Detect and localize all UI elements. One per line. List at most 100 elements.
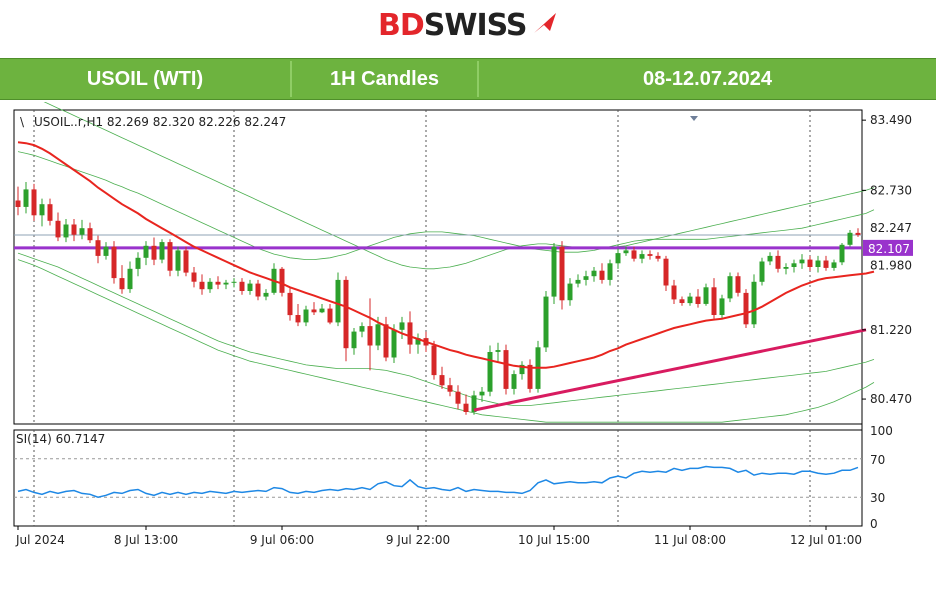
candle xyxy=(199,274,205,295)
brand-arrow-icon xyxy=(533,13,556,33)
candle-body xyxy=(15,200,21,207)
candle-body xyxy=(135,257,141,269)
candle xyxy=(399,316,405,340)
candle-body xyxy=(455,391,461,404)
candle-body xyxy=(599,270,605,280)
candle xyxy=(87,222,93,243)
candle-body xyxy=(607,263,613,280)
candle xyxy=(207,278,213,293)
candle xyxy=(135,252,141,277)
candle xyxy=(455,385,461,410)
candle xyxy=(463,394,469,415)
rsi-line xyxy=(17,465,859,498)
candle xyxy=(487,345,493,397)
lower-band-line xyxy=(17,252,875,406)
candle-body xyxy=(255,283,261,297)
candle-body xyxy=(263,292,269,297)
candle-body xyxy=(199,281,205,290)
candle xyxy=(791,259,797,273)
candle xyxy=(543,291,549,352)
candle xyxy=(271,263,277,295)
candle xyxy=(823,255,829,271)
candle xyxy=(775,250,781,273)
candle xyxy=(223,279,229,290)
candle-body xyxy=(127,268,133,290)
candle xyxy=(111,241,117,284)
price-tick-label: 81.220 xyxy=(870,323,912,337)
candle xyxy=(671,279,677,304)
candle-body xyxy=(191,272,197,282)
candle-body xyxy=(735,276,741,293)
candle xyxy=(687,292,693,306)
candle xyxy=(615,248,621,269)
candle-body xyxy=(791,263,797,267)
candle xyxy=(591,267,597,282)
candle-body xyxy=(375,324,381,346)
candle xyxy=(247,279,253,295)
candle-body xyxy=(767,255,773,262)
candle xyxy=(639,250,645,264)
chart-canvas: \ USOIL..r,H1 82.269 82.320 82.226 82.247… xyxy=(13,89,913,547)
candle-body xyxy=(79,228,85,235)
candle xyxy=(855,228,861,237)
candle xyxy=(807,255,813,271)
candle xyxy=(287,287,293,321)
candle xyxy=(783,263,789,275)
candle xyxy=(575,274,581,288)
candle xyxy=(599,263,605,284)
candle-body xyxy=(247,283,253,291)
candle-body xyxy=(119,278,125,290)
candle xyxy=(727,272,733,303)
candle-body xyxy=(559,246,565,301)
candle xyxy=(439,366,445,389)
rsi-axis-label: 70 xyxy=(870,453,885,467)
candle-body xyxy=(335,279,341,323)
candle xyxy=(607,259,613,286)
candle-body xyxy=(695,296,701,304)
candle-body xyxy=(111,246,117,279)
candle xyxy=(263,289,269,301)
time-axis-label: 11 Jul 08:00 xyxy=(654,533,726,547)
candle-body xyxy=(639,254,645,259)
candle xyxy=(759,257,765,286)
candle-body xyxy=(23,189,29,207)
time-axis-label: 10 Jul 15:00 xyxy=(518,533,590,547)
candle-body xyxy=(215,281,221,285)
candle-body xyxy=(567,283,573,301)
candle xyxy=(95,235,101,264)
candle-body xyxy=(151,245,157,260)
candle-body xyxy=(383,324,389,358)
time-axis-label: 12 Jul 01:00 xyxy=(790,533,862,547)
candle-body xyxy=(167,242,173,271)
brand-name-left: BD xyxy=(378,8,425,43)
candle-body xyxy=(431,345,437,376)
candle-body xyxy=(223,282,229,285)
candle-body xyxy=(159,242,165,260)
rsi-label: SI(14) 60.7147 xyxy=(16,432,105,446)
candle xyxy=(327,303,333,325)
candle-body xyxy=(631,250,637,259)
candle-body xyxy=(783,267,789,269)
candle-body xyxy=(279,268,285,293)
brand-name-right: SWISS xyxy=(423,8,528,43)
candle-body xyxy=(663,258,669,286)
candle-body xyxy=(575,279,581,284)
candle xyxy=(127,261,133,293)
candle-body xyxy=(391,329,397,358)
level-price-tag-text: 82.107 xyxy=(868,242,910,256)
candle-body xyxy=(63,224,69,238)
header-period: 08-12.07.2024 xyxy=(642,68,772,90)
candle xyxy=(119,265,125,294)
candle-body xyxy=(727,276,733,299)
candle xyxy=(351,327,357,355)
candle xyxy=(751,274,757,328)
candle-body xyxy=(87,228,93,241)
candle-body xyxy=(847,232,853,245)
candle-body xyxy=(367,326,373,346)
candle xyxy=(695,289,701,308)
outer-lower-band-line xyxy=(17,259,875,423)
candle-body xyxy=(295,315,301,323)
candle-body xyxy=(103,246,109,256)
candle xyxy=(415,333,421,354)
candle-body xyxy=(543,296,549,348)
